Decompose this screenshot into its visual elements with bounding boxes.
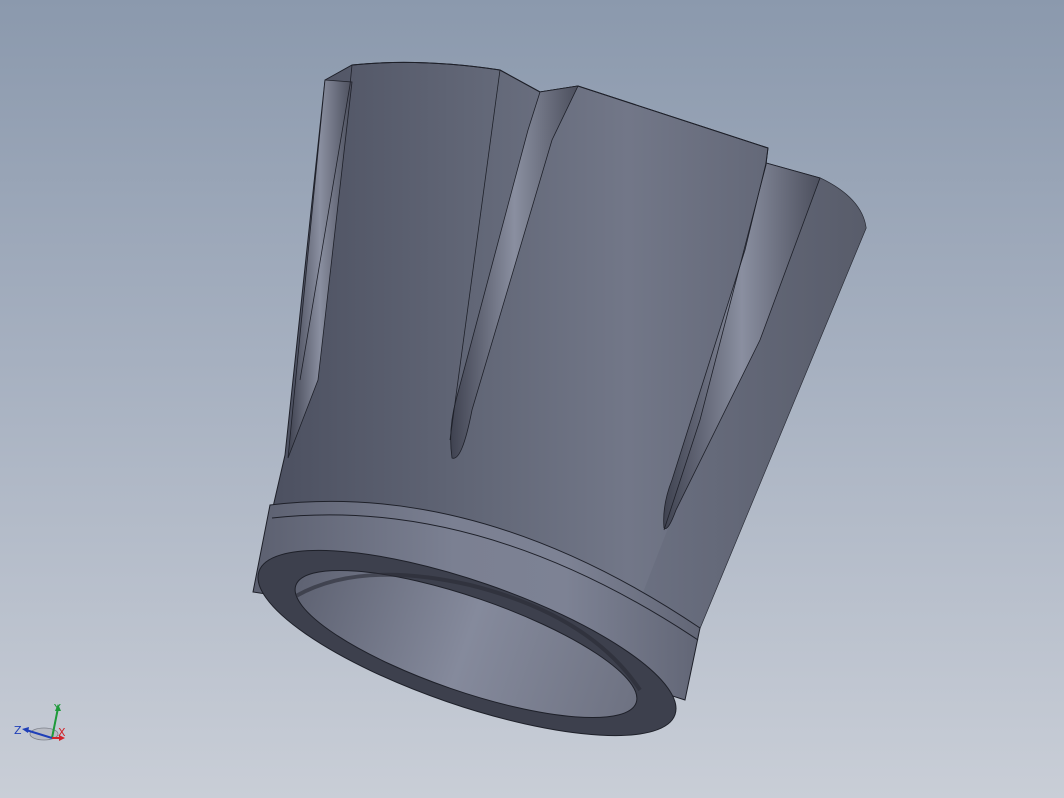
y-axis-label: Y bbox=[53, 702, 61, 715]
graphics-viewport[interactable]: Y Z X bbox=[0, 0, 1064, 798]
x-axis-label: X bbox=[58, 726, 66, 739]
part-model[interactable] bbox=[0, 0, 1064, 798]
z-axis-label: Z bbox=[14, 724, 22, 737]
orientation-triad[interactable]: Y Z X bbox=[8, 698, 72, 754]
